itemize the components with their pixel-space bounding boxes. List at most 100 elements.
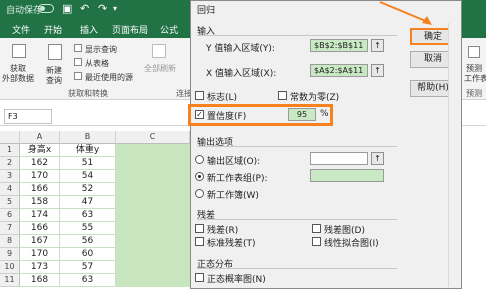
column-header-a[interactable]: A	[20, 131, 60, 144]
y-range-input[interactable]: $B$2:$B$11	[310, 39, 368, 52]
tab-file[interactable]: 文件	[12, 23, 30, 36]
labels-checkbox-label: 标志(L)	[207, 93, 238, 103]
output-range-input[interactable]	[310, 152, 368, 165]
table-cell[interactable]: 167	[20, 235, 60, 248]
normal-probability-label: 正态概率图(N)	[207, 275, 266, 285]
residuals-checkbox[interactable]	[195, 224, 204, 233]
row-header[interactable]: 1	[0, 144, 20, 157]
dialog-scrollbar[interactable]	[448, 23, 461, 287]
output-range-collapse-button[interactable]: ↑	[371, 152, 384, 165]
forecast-sheet-label-2[interactable]: 工作表	[464, 73, 486, 84]
residual-plots-label: 残差图(D)	[324, 226, 365, 236]
row-header[interactable]: 3	[0, 170, 20, 183]
annotation-arrow-icon	[379, 1, 432, 25]
from-table-icon	[74, 58, 82, 66]
table-cell[interactable]: 63	[60, 209, 116, 222]
row-header[interactable]: 4	[0, 183, 20, 196]
x-range-input[interactable]: $A$2:$A$11	[310, 64, 368, 77]
get-transform-group-label: 获取和转换	[68, 89, 108, 98]
normal-section-divider	[197, 268, 397, 269]
select-all-corner[interactable]	[0, 131, 20, 144]
table-cell[interactable]: 56	[60, 235, 116, 248]
table-cell[interactable]: 55	[60, 222, 116, 235]
customize-toolbar-icon[interactable]: ▾	[113, 4, 117, 13]
redo-icon[interactable]: ↷	[98, 2, 107, 15]
table-cell[interactable]: 162	[20, 157, 60, 170]
table-cell[interactable]: 51	[60, 157, 116, 170]
table-cell[interactable]: 57	[60, 261, 116, 274]
table-cell[interactable]: 166	[20, 183, 60, 196]
y-range-collapse-button[interactable]: ↑	[371, 39, 384, 52]
line-fit-plots-label: 线性拟合图(I)	[324, 239, 379, 249]
table-cell[interactable]: 60	[60, 248, 116, 261]
show-queries-icon	[74, 44, 82, 52]
table-cell[interactable]: 47	[60, 196, 116, 209]
forecast-sheet-icon	[468, 46, 480, 58]
recent-sources-icon	[74, 72, 82, 80]
dialog-title: 回归	[197, 6, 216, 16]
save-icon[interactable]: ▣	[62, 2, 72, 15]
tab-formulas[interactable]: 公式	[160, 23, 178, 36]
input-section-divider	[197, 35, 397, 36]
selected-range-shade	[116, 144, 190, 287]
new-workbook-radio[interactable]	[195, 189, 204, 198]
table-cell[interactable]: 52	[60, 183, 116, 196]
table-cell[interactable]: 158	[20, 196, 60, 209]
table-cell[interactable]: 170	[20, 170, 60, 183]
normal-probability-checkbox[interactable]	[195, 273, 204, 282]
confidence-label: 置信度(F)	[207, 112, 247, 122]
x-range-label: X 值输入区域(X):	[206, 69, 277, 79]
labels-checkbox[interactable]	[195, 91, 204, 100]
name-box[interactable]: F3	[4, 109, 52, 124]
column-header-c[interactable]: C	[116, 131, 190, 144]
row-header[interactable]: 9	[0, 248, 20, 261]
table-cell[interactable]: 63	[60, 274, 116, 287]
confidence-checkbox[interactable]: ✓	[195, 110, 204, 119]
new-query-icon	[48, 44, 62, 60]
table-cell[interactable]: 170	[20, 248, 60, 261]
table-cell[interactable]: 174	[20, 209, 60, 222]
autosave-toggle[interactable]	[38, 4, 54, 13]
column-header-b[interactable]: B	[60, 131, 116, 144]
confidence-input[interactable]: 95	[288, 108, 316, 121]
table-cell[interactable]: 166	[20, 222, 60, 235]
row-header[interactable]: 11	[0, 274, 20, 287]
residuals-label: 残差(R)	[207, 226, 239, 236]
recent-sources-button[interactable]: 最近使用的源	[85, 72, 133, 83]
new-worksheet-radio[interactable]	[195, 172, 204, 181]
tab-page-layout[interactable]: 页面布局	[112, 23, 148, 36]
get-data-label-2[interactable]: 外部数据	[2, 73, 34, 84]
table-cell[interactable]: 54	[60, 170, 116, 183]
line-fit-plots-checkbox[interactable]	[312, 237, 321, 246]
percent-label: %	[320, 109, 329, 119]
x-range-collapse-button[interactable]: ↑	[371, 64, 384, 77]
row-header[interactable]: 7	[0, 222, 20, 235]
tab-insert[interactable]: 插入	[80, 23, 98, 36]
new-worksheet-input[interactable]	[310, 169, 384, 182]
row-header[interactable]: 10	[0, 261, 20, 274]
from-table-button[interactable]: 从表格	[85, 58, 109, 69]
residual-plots-checkbox[interactable]	[312, 224, 321, 233]
y-range-label: Y 值输入区域(Y):	[206, 44, 275, 54]
table-cell[interactable]: 身高x	[20, 144, 60, 157]
refresh-all-icon	[152, 44, 166, 58]
refresh-all-button[interactable]: 全部刷新	[144, 63, 176, 74]
table-cell[interactable]: 173	[20, 261, 60, 274]
constant-zero-label: 常数为零(Z)	[290, 93, 340, 103]
row-header[interactable]: 8	[0, 235, 20, 248]
row-header[interactable]: 5	[0, 196, 20, 209]
tab-home[interactable]: 开始	[44, 23, 62, 36]
output-range-radio[interactable]	[195, 155, 204, 164]
table-cell[interactable]: 体重y	[60, 144, 116, 157]
show-queries-button[interactable]: 显示查询	[85, 44, 117, 55]
constant-zero-checkbox[interactable]	[278, 91, 287, 100]
row-header[interactable]: 6	[0, 209, 20, 222]
output-range-label: 输出区域(O):	[207, 157, 261, 167]
residuals-section-divider	[197, 219, 397, 220]
new-query-label-2[interactable]: 查询	[46, 75, 62, 86]
table-cell[interactable]: 168	[20, 274, 60, 287]
undo-icon[interactable]: ↶	[80, 2, 89, 15]
standardized-residuals-label: 标准残差(T)	[207, 239, 256, 249]
standardized-residuals-checkbox[interactable]	[195, 237, 204, 246]
row-header[interactable]: 2	[0, 157, 20, 170]
